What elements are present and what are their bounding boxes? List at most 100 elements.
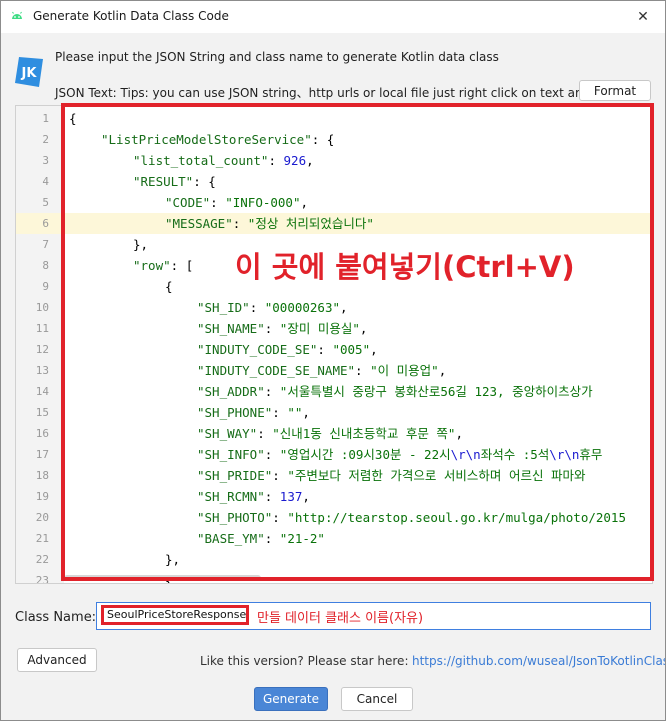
json-editor[interactable]: 1{2 "ListPriceModelStoreService": {3 "list…: [15, 105, 653, 584]
code-line: 14 "SH_ADDR": "서울특별시 중랑구 봉화산로56길 123, 중앙하…: [16, 381, 652, 402]
code-text: "list_total_count": 926,: [133, 150, 314, 171]
line-number: 20: [35, 511, 49, 524]
code-token: :: [257, 426, 273, 441]
code-token: :: [264, 447, 280, 462]
line-number: 19: [35, 490, 49, 503]
code-token: "ListPriceModelStoreService": [101, 132, 312, 147]
code-token: "21-2": [279, 531, 325, 546]
code-line: 19 "SH_RCMN": 137,: [16, 486, 652, 507]
code-token: "CODE": [165, 195, 211, 210]
code-token: ,: [302, 405, 310, 420]
code-token: "005": [332, 342, 371, 357]
code-text: "SH_ADDR": "서울특별시 중랑구 봉화산로56길 123, 중앙하이츠…: [197, 381, 593, 402]
code-token: "http://tearstop.seoul.go.kr/mulga/photo…: [287, 510, 626, 525]
code-token: "장미 미용실": [279, 321, 360, 336]
generate-button[interactable]: Generate: [254, 687, 328, 711]
code-line: 17 "SH_INFO": "영업시간 :09시30분 - 22시\r\n좌석수 …: [16, 444, 652, 465]
code-line: 10 "SH_ID": "00000263",: [16, 297, 652, 318]
code-token: "정상 처리되었습니다": [247, 216, 374, 231]
code-text: "SH_ID": "00000263",: [197, 297, 348, 318]
line-number: 7: [42, 238, 49, 251]
line-number: 11: [35, 322, 49, 335]
code-token: "SH_INFO": [197, 447, 265, 462]
code-line: 4 "RESULT": {: [16, 171, 652, 192]
code-token: :: [210, 195, 226, 210]
logo-text: JK: [21, 66, 38, 81]
code-line: 18 "SH_PRIDE": "주변보다 저렴한 가격으로 서비스하며 어르신 파…: [16, 465, 652, 486]
code-text: "CODE": "INFO-000",: [165, 192, 308, 213]
class-name-value: SeoulPriceStoreResponse: [101, 605, 249, 625]
line-number: 15: [35, 406, 49, 419]
code-line: 22},: [16, 549, 652, 570]
code-token: "INDUTY_CODE_SE_NAME": [197, 363, 356, 378]
line-number: 16: [35, 427, 49, 440]
class-name-input[interactable]: SeoulPriceStoreResponse 만들 데이터 클래스 이름(자유…: [96, 602, 651, 630]
code-text: "INDUTY_CODE_SE_NAME": "이 미용업",: [197, 360, 446, 381]
code-token: "주변보다 저렴한 가격으로 서비스하며 어르신 파마와: [287, 468, 586, 483]
code-text: {: [69, 108, 77, 129]
code-token: },: [165, 552, 181, 567]
code-token: :: [355, 363, 371, 378]
code-token: ,: [455, 426, 463, 441]
code-token: ,: [438, 363, 447, 378]
code-token: 좌석수 :5석: [480, 447, 550, 462]
code-token: ,: [302, 489, 310, 504]
android-icon: [12, 11, 22, 19]
code-text: "RESULT": {: [133, 171, 216, 192]
code-line: 15 "SH_PHONE": "",: [16, 402, 652, 423]
code-token: "INFO-000": [225, 195, 301, 210]
line-number: 3: [42, 154, 49, 167]
cancel-button[interactable]: Cancel: [341, 687, 413, 711]
github-link[interactable]: https://github.com/wuseal/JsonToKotlinCl…: [412, 654, 665, 668]
line-number: 9: [42, 280, 49, 293]
code-token: "SH_RCMN": [197, 489, 265, 504]
code-text: "SH_PHONE": "",: [197, 402, 310, 423]
code-token: :: [264, 531, 280, 546]
code-text: },: [133, 234, 148, 255]
code-token: :: [317, 342, 333, 357]
code-text: },: [165, 549, 180, 570]
window-title: Generate Kotlin Data Class Code: [33, 9, 229, 23]
code-token: "SH_PHOTO": [197, 510, 273, 525]
code-token: :: [264, 384, 280, 399]
code-line: 21 "BASE_YM": "21-2": [16, 528, 652, 549]
code-token: ,: [306, 153, 314, 168]
code-token: 휴무: [579, 447, 603, 462]
code-token: 926: [283, 153, 307, 168]
code-token: : {: [193, 174, 216, 189]
code-token: ,: [359, 321, 368, 336]
intro-text: Please input the JSON String and class n…: [55, 50, 499, 64]
line-number: 1: [42, 112, 49, 125]
code-text: "SH_PRIDE": "주변보다 저렴한 가격으로 서비스하며 어르신 파마와: [197, 465, 585, 486]
code-token: "list_total_count": [133, 153, 269, 168]
class-name-annotation: 만들 데이터 클래스 이름(자유): [257, 611, 424, 626]
line-number: 22: [35, 553, 49, 566]
code-token: {: [69, 111, 77, 126]
code-line: 6 "MESSAGE": "정상 처리되었습니다": [16, 213, 652, 234]
code-line: 13 "INDUTY_CODE_SE_NAME": "이 미용업",: [16, 360, 652, 381]
line-number: 5: [42, 196, 49, 209]
code-token: : {: [311, 132, 335, 147]
line-number: 18: [35, 469, 49, 482]
code-area[interactable]: 1{2 "ListPriceModelStoreService": {3 "list…: [16, 108, 652, 583]
code-token: "SH_PRIDE": [197, 468, 273, 483]
title-bar: Generate Kotlin Data Class Code ✕: [1, 1, 665, 33]
code-token: "SH_NAME": [197, 321, 265, 336]
code-text: "SH_RCMN": 137,: [197, 486, 310, 507]
code-line: 16 "SH_WAY": "신내1동 신내초등학교 후문 쪽",: [16, 423, 652, 444]
code-token: {: [165, 279, 173, 294]
code-text: {: [165, 276, 173, 297]
close-icon[interactable]: ✕: [621, 1, 665, 33]
line-number: 17: [35, 448, 49, 461]
format-button[interactable]: Format: [579, 80, 651, 101]
horizontal-scrollbar[interactable]: [64, 575, 261, 581]
advanced-button[interactable]: Advanced: [17, 648, 97, 672]
code-token: :: [272, 468, 288, 483]
line-number: 21: [35, 532, 49, 545]
code-token: :: [268, 153, 284, 168]
code-token: :: [232, 216, 248, 231]
line-number: 2: [42, 133, 49, 146]
line-number: 14: [35, 385, 49, 398]
code-token: \r\n: [450, 447, 481, 462]
code-token: : [: [170, 258, 194, 273]
